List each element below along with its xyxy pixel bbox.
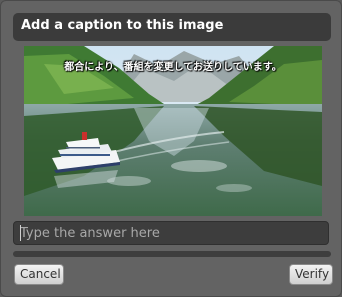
text-caret (20, 225, 21, 241)
dialog-title: Add a caption to this image (21, 18, 224, 33)
dialog-title-bar: Add a caption to this image (13, 13, 331, 41)
captcha-image: 都合により、番組を変更してお送りしています。 (24, 46, 322, 216)
cancel-button[interactable]: Cancel (14, 264, 64, 285)
answer-input[interactable] (13, 221, 329, 245)
image-overlay-caption: 都合により、番組を変更してお送りしています。 (64, 62, 282, 73)
caption-dialog: Add a caption to this image 都合により、番組を変更し… (0, 0, 342, 297)
divider (13, 251, 331, 257)
verify-button[interactable]: Verify (289, 264, 333, 285)
